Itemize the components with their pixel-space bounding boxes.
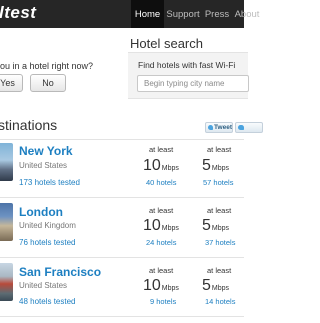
speed-label: at least xyxy=(149,206,174,215)
country-name: United States xyxy=(19,161,68,170)
tweet-button-secondary[interactable] xyxy=(235,122,263,133)
speed-number: 10 xyxy=(143,217,161,234)
hotel-count-link[interactable]: 24 hotels xyxy=(146,238,176,247)
speed-number: 5 xyxy=(202,277,211,294)
divider xyxy=(0,316,244,317)
country-name: United Kingdom xyxy=(19,221,76,230)
speed-value: 5Mbps xyxy=(202,277,229,295)
speed-unit: Mbps xyxy=(211,165,230,172)
speed-value: 10Mbps xyxy=(143,217,179,235)
yes-button[interactable]: Yes xyxy=(0,74,23,92)
city-name[interactable]: San Francisco xyxy=(19,265,101,279)
twitter-bird-icon xyxy=(238,125,244,130)
nav-home[interactable]: Home xyxy=(131,0,164,28)
speed-unit: Mbps xyxy=(211,225,230,232)
new-york-photo[interactable] xyxy=(0,143,13,181)
twitter-bird-icon xyxy=(208,125,214,130)
speed-number: 10 xyxy=(143,277,161,294)
speed-number: 10 xyxy=(143,157,161,174)
hotel-count-link[interactable]: 9 hotels xyxy=(150,297,176,306)
no-button[interactable]: No xyxy=(30,74,66,92)
speed-unit: Mbps xyxy=(161,165,179,172)
tweet-label: Tweet xyxy=(214,124,232,131)
speed-value: 5Mbps xyxy=(202,157,229,175)
speed-value: 10Mbps xyxy=(143,157,179,175)
divider xyxy=(0,257,244,258)
speed-label: at least xyxy=(149,266,174,275)
nav-support[interactable]: Support xyxy=(166,0,200,28)
nav-about[interactable]: About xyxy=(232,0,262,28)
divider xyxy=(0,197,244,198)
speed-value: 10Mbps xyxy=(143,277,179,295)
city-name[interactable]: London xyxy=(19,205,63,219)
london-photo[interactable] xyxy=(0,203,13,241)
tweet-button[interactable]: Tweet xyxy=(205,122,233,133)
speed-number: 5 xyxy=(202,217,211,234)
speed-label: at least xyxy=(207,145,232,154)
destinations-title: stinations xyxy=(0,117,58,133)
speed-value: 5Mbps xyxy=(202,217,229,235)
hotel-search-title: Hotel search xyxy=(130,36,203,51)
speed-unit: Mbps xyxy=(161,285,179,292)
hotel-count-link[interactable]: 37 hotels xyxy=(205,238,235,247)
city-search-input[interactable] xyxy=(137,75,249,92)
hotel-search-label: Find hotels with fast Wi-Fi xyxy=(138,60,236,70)
city-name[interactable]: New York xyxy=(19,144,73,158)
speed-label: at least xyxy=(149,145,174,154)
speed-label: at least xyxy=(207,266,232,275)
speed-unit: Mbps xyxy=(211,285,230,292)
hotel-count-link[interactable]: 57 hotels xyxy=(203,178,233,187)
site-logo[interactable]: ltest xyxy=(0,3,36,23)
top-nav-bar: ltest Home Support Press About xyxy=(0,0,259,28)
hotels-tested-link[interactable]: 76 hotels tested xyxy=(19,238,75,247)
country-name: United States xyxy=(19,281,68,290)
hotel-count-link[interactable]: 14 hotels xyxy=(205,297,235,306)
speed-number: 5 xyxy=(202,157,211,174)
hotels-tested-link[interactable]: 48 hotels tested xyxy=(19,297,75,306)
hotel-count-link[interactable]: 40 hotels xyxy=(146,178,176,187)
hotels-tested-link[interactable]: 173 hotels tested xyxy=(19,178,80,187)
speed-unit: Mbps xyxy=(161,225,179,232)
divider xyxy=(0,139,244,140)
hotel-question-text: ou in a hotel right now? xyxy=(0,61,94,71)
nav-press[interactable]: Press xyxy=(204,0,230,28)
san-francisco-photo[interactable] xyxy=(0,263,13,301)
speed-label: at least xyxy=(207,206,232,215)
